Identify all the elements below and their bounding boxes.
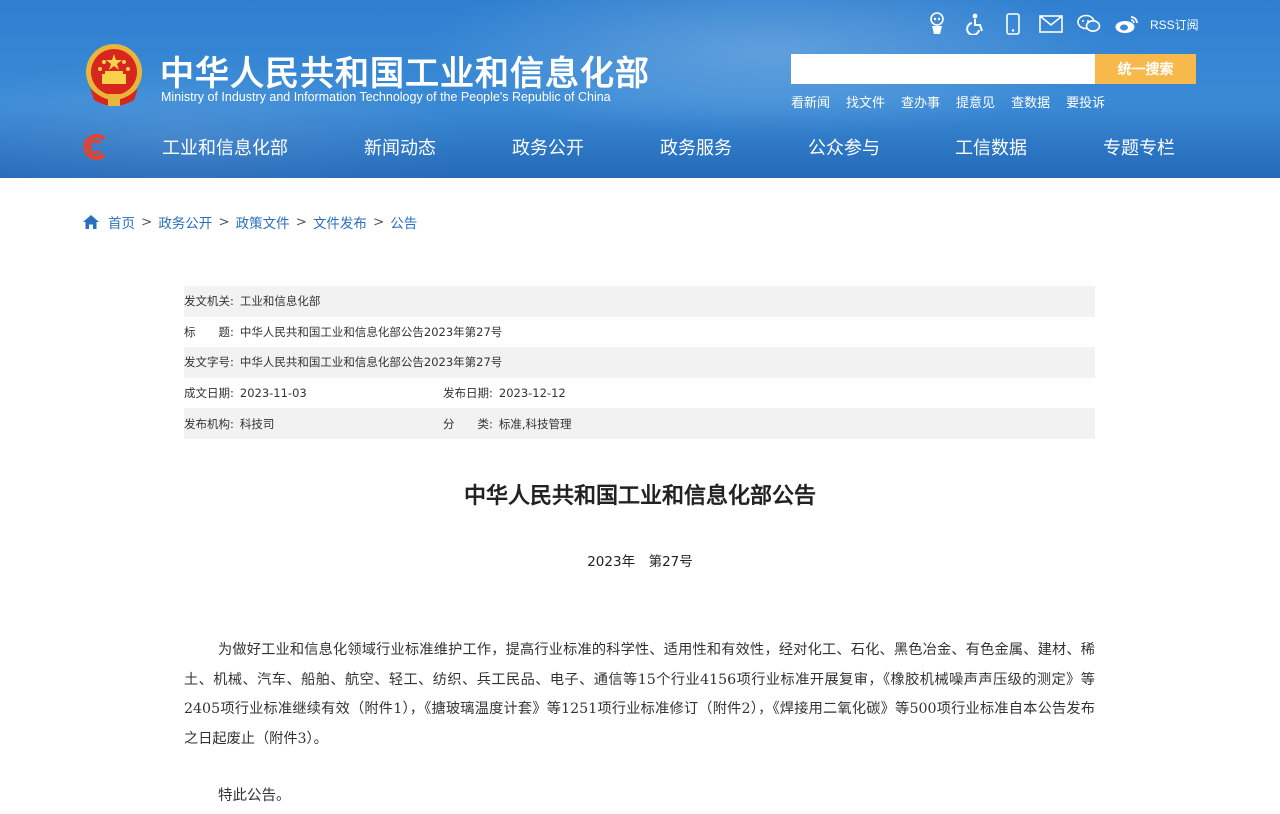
- meta-value-category: 标准,科技管理: [498, 416, 572, 431]
- meta-row-dates: 成文日期: 2023-11-03 发布日期: 2023-12-12: [184, 378, 1095, 409]
- weibo-icon[interactable]: [1108, 10, 1146, 38]
- meta-cell-title: 标 题: 中华人民共和国工业和信息化部公告2023年第27号: [184, 324, 502, 340]
- wechat-icon[interactable]: [1070, 10, 1108, 38]
- site-title[interactable]: 中华人民共和国工业和信息化部: [160, 46, 650, 95]
- meta-value-publish-date: 2023-12-12: [498, 386, 566, 401]
- meta-row-publisher: 发布机构: 科技司 分 类: 标准,科技管理: [184, 408, 1095, 439]
- meta-cell-written-date: 成文日期: 2023-11-03: [184, 385, 443, 401]
- quick-link-news[interactable]: 看新闻: [791, 92, 830, 111]
- document-closing: 特此公告。: [218, 788, 291, 804]
- document-meta-table: 发文机关: 工业和信息化部 标 题: 中华人民共和国工业和信息化部公告2023年…: [184, 286, 1095, 439]
- meta-cell-issuer: 发文机关: 工业和信息化部: [184, 293, 320, 309]
- document-number: 2023年 第27号: [587, 554, 693, 570]
- breadcrumb-separator: >: [372, 214, 385, 230]
- meta-row-doc-number: 发文字号: 中华人民共和国工业和信息化部公告2023年第27号: [184, 347, 1095, 378]
- home-icon[interactable]: [82, 214, 100, 230]
- breadcrumb-file-release[interactable]: 文件发布: [313, 212, 367, 232]
- quick-link-services[interactable]: 查办事: [901, 92, 940, 111]
- nav-item-participation[interactable]: 公众参与: [808, 134, 880, 160]
- breadcrumb-home[interactable]: 首页: [108, 212, 135, 232]
- breadcrumb-gov-affairs[interactable]: 政务公开: [158, 212, 212, 232]
- search-button[interactable]: 统一搜索: [1095, 54, 1196, 84]
- rss-link[interactable]: RSS订阅: [1150, 16, 1199, 33]
- meta-label-category: 分 类:: [443, 416, 493, 431]
- nav-item-topics[interactable]: 专题专栏: [1103, 134, 1175, 160]
- document-body: 为做好工业和信息化领域行业标准维护工作，提高行业标准的科学性、适用性和有效性，经…: [184, 642, 1095, 747]
- quick-link-data[interactable]: 查数据: [1011, 92, 1050, 111]
- meta-label-title: 标 题:: [184, 324, 234, 339]
- meta-value-doc-number: 中华人民共和国工业和信息化部公告2023年第27号: [239, 355, 503, 370]
- breadcrumb-separator: >: [141, 214, 153, 230]
- meta-label-publisher: 发布机构:: [184, 416, 234, 431]
- meta-value-written-date: 2023-11-03: [239, 386, 307, 401]
- main-nav: 工业和信息化部 新闻动态 政务公开 政务服务 公众参与 工信数据 专题专栏: [0, 128, 1280, 168]
- breadcrumb-policy-files[interactable]: 政策文件: [236, 212, 290, 232]
- meta-label-doc-number: 发文字号:: [184, 355, 234, 370]
- breadcrumb-announcement[interactable]: 公告: [390, 212, 417, 232]
- nav-item-gov-affairs[interactable]: 政务公开: [512, 134, 584, 160]
- nav-item-services[interactable]: 政务服务: [660, 134, 732, 160]
- search-input[interactable]: [791, 54, 1095, 84]
- quick-links: 看新闻 找文件 查办事 提意见 查数据 要投诉: [791, 92, 1121, 111]
- meta-cell-category: 分 类: 标准,科技管理: [443, 416, 572, 432]
- nav-item-data[interactable]: 工信数据: [955, 134, 1027, 160]
- breadcrumb: 首页 > 政务公开 > 政策文件 > 文件发布 > 公告: [82, 212, 417, 232]
- site-subtitle[interactable]: Ministry of Industry and Information Tec…: [161, 90, 611, 104]
- quick-link-feedback[interactable]: 提意见: [956, 92, 995, 111]
- nav-item-news[interactable]: 新闻动态: [364, 134, 436, 160]
- meta-row-title: 标 题: 中华人民共和国工业和信息化部公告2023年第27号: [184, 317, 1095, 348]
- mobile-icon[interactable]: [994, 10, 1032, 38]
- mail-icon[interactable]: [1032, 10, 1070, 38]
- meta-cell-publish-date: 发布日期: 2023-12-12: [443, 385, 566, 401]
- nav-item-miit[interactable]: 工业和信息化部: [162, 134, 288, 160]
- site-header: 中华人民共和国工业和信息化部 Ministry of Industry and …: [0, 0, 1280, 178]
- meta-label-issuer: 发文机关:: [184, 294, 234, 309]
- robot-icon[interactable]: [918, 10, 956, 38]
- quick-link-complaint[interactable]: 要投诉: [1066, 92, 1105, 111]
- meta-value-title: 中华人民共和国工业和信息化部公告2023年第27号: [239, 324, 503, 339]
- meta-cell-publisher: 发布机构: 科技司: [184, 416, 443, 432]
- national-emblem-icon[interactable]: [82, 42, 146, 110]
- quick-link-files[interactable]: 找文件: [846, 92, 885, 111]
- breadcrumb-separator: >: [218, 214, 230, 230]
- meta-row-issuer: 发文机关: 工业和信息化部: [184, 286, 1095, 317]
- meta-value-publisher: 科技司: [239, 416, 275, 431]
- meta-value-issuer: 工业和信息化部: [239, 294, 321, 309]
- meta-label-publish-date: 发布日期:: [443, 386, 493, 401]
- breadcrumb-separator: >: [295, 214, 307, 230]
- document-title: 中华人民共和国工业和信息化部公告: [463, 484, 816, 509]
- accessibility-icon[interactable]: [956, 10, 994, 38]
- meta-cell-doc-number: 发文字号: 中华人民共和国工业和信息化部公告2023年第27号: [184, 354, 502, 370]
- meta-label-written-date: 成文日期:: [184, 386, 234, 401]
- utility-icons: [918, 10, 1146, 38]
